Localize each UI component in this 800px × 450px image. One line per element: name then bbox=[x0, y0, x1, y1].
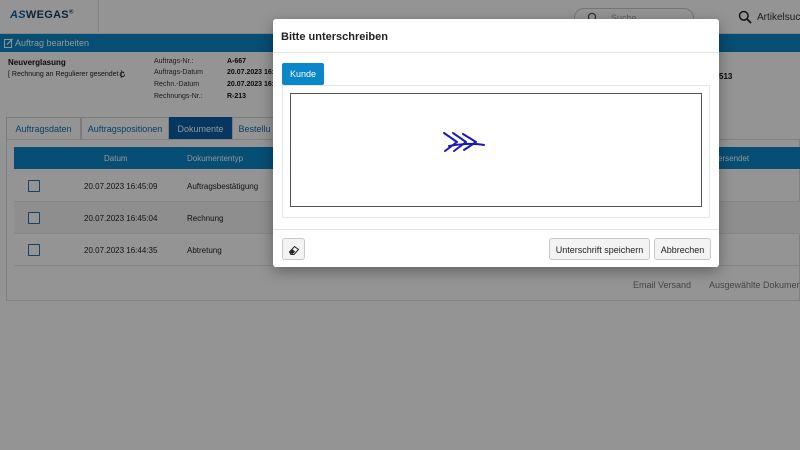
eraser-icon bbox=[288, 245, 300, 255]
tab-kunde[interactable]: Kunde bbox=[282, 63, 324, 85]
signature-pad[interactable] bbox=[290, 93, 702, 207]
signature-stroke bbox=[443, 132, 485, 152]
dialog-footer-divider bbox=[273, 229, 719, 230]
cancel-button[interactable]: Abbrechen bbox=[654, 238, 711, 260]
signature-dialog: Bitte unterschreiben Kunde Unterschrift … bbox=[273, 19, 719, 267]
save-signature-button[interactable]: Unterschrift speichern bbox=[549, 238, 650, 260]
clear-signature-button[interactable] bbox=[282, 238, 305, 260]
dialog-title: Bitte unterschreiben bbox=[281, 31, 388, 43]
dialog-divider bbox=[273, 52, 719, 53]
